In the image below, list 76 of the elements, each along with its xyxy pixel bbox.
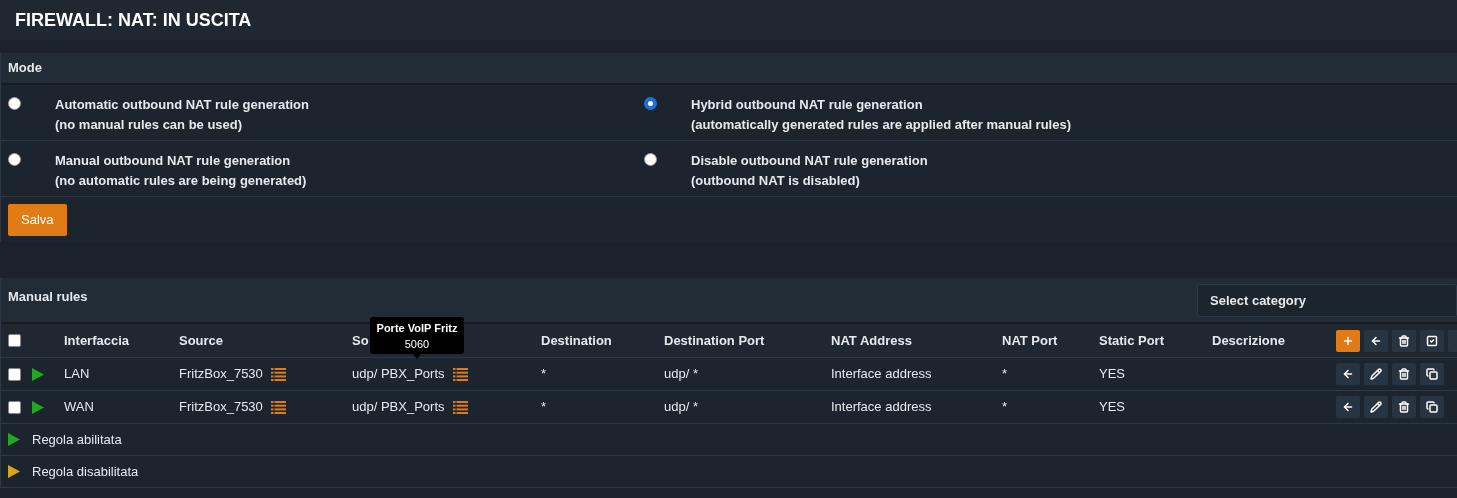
copy-icon <box>1426 401 1438 413</box>
section-title: Mode <box>8 59 42 78</box>
checkbox-icon <box>1426 334 1438 347</box>
plus-icon <box>1342 334 1354 347</box>
table-cell-text: udp/ PBX_Ports <box>352 365 445 384</box>
move-button[interactable] <box>1336 363 1360 385</box>
table-cell-text: udp/ PBX_Ports <box>352 398 445 417</box>
arrow-left-icon <box>1342 368 1354 380</box>
legend-label: Regola abilitata <box>32 430 122 449</box>
table-cell-text: LAN <box>64 365 90 384</box>
pencil-icon <box>1370 401 1382 413</box>
column-header: Source <box>179 331 224 350</box>
edit-button[interactable] <box>1364 363 1388 385</box>
table-cell-text: * <box>1002 365 1008 384</box>
option-label: Disable outbound NAT rule generation <box>691 152 928 170</box>
column-header: Static Port <box>1099 331 1164 350</box>
list-icon[interactable] <box>270 367 286 381</box>
table-cell-text: * <box>541 365 547 384</box>
copy-button[interactable] <box>1420 363 1444 385</box>
trash-icon <box>1398 401 1410 413</box>
column-header: Destination Port <box>664 331 765 350</box>
page-title: FIREWALL: NAT: IN USCITA <box>15 8 252 32</box>
copy-button[interactable] <box>1420 396 1444 418</box>
option-label: Hybrid outbound NAT rule generation <box>691 96 924 114</box>
table-cell-text: WAN <box>64 398 94 417</box>
table-cell-text: YES <box>1099 365 1125 384</box>
option-label: Automatic outbound NAT rule generation <box>55 96 309 114</box>
table-cell-text: * <box>541 398 547 417</box>
radio-button[interactable] <box>644 153 657 166</box>
table-cell-text: Interface address <box>831 365 932 384</box>
category-select[interactable]: Select category <box>1197 284 1457 317</box>
table-cell-text: udp/ * <box>664 365 698 384</box>
toggle-button[interactable] <box>1420 329 1444 352</box>
column-header: Destination <box>541 331 612 350</box>
arrow-left-icon <box>1370 334 1382 347</box>
table-cell-text: FritzBox_7530 <box>179 398 263 417</box>
option-note: (automatically generated rules are applied after manual rules) <box>691 116 1071 134</box>
tooltip-title: Porte VoIP Fritz <box>376 320 458 336</box>
column-header: NAT Address <box>831 331 912 350</box>
checkbox[interactable] <box>8 367 21 381</box>
add-button[interactable] <box>1336 329 1360 352</box>
copy-icon <box>1426 368 1438 380</box>
radio-button[interactable] <box>644 97 657 110</box>
trash-icon <box>1398 368 1410 380</box>
column-header: Interfaccia <box>64 331 130 350</box>
list-icon[interactable] <box>452 400 468 414</box>
table-cell-text: * <box>1002 398 1008 417</box>
table-cell-text: YES <box>1099 398 1125 417</box>
delete-button[interactable] <box>1392 396 1416 418</box>
pencil-icon <box>1370 368 1382 380</box>
arrow-left-icon <box>1342 401 1354 413</box>
move-button[interactable] <box>1336 396 1360 418</box>
table-cell-text: Interface address <box>831 398 932 417</box>
checkbox[interactable] <box>8 334 21 347</box>
edit-button[interactable] <box>1364 396 1388 418</box>
option-note: (outbound NAT is disabled) <box>691 172 861 190</box>
radio-button[interactable] <box>8 153 21 166</box>
trash-icon <box>1398 334 1410 347</box>
column-header: So <box>352 331 369 350</box>
delete-button[interactable] <box>1392 329 1416 352</box>
move-button[interactable] <box>1364 329 1388 352</box>
delete-button[interactable] <box>1392 363 1416 385</box>
list-icon[interactable] <box>452 367 468 381</box>
tooltip-detail: 5060 <box>404 336 430 352</box>
list-icon[interactable] <box>270 400 286 414</box>
table-cell-text: FritzBox_7530 <box>179 365 263 384</box>
legend-label: Regola disabilitata <box>32 462 139 481</box>
table-cell-text: udp/ * <box>664 398 698 417</box>
option-note: (no automatic rules are being generated) <box>55 172 307 190</box>
checkbox[interactable] <box>8 400 21 414</box>
option-note: (no manual rules can be used) <box>55 116 244 134</box>
radio-button[interactable] <box>8 97 21 110</box>
section-title: Manual rules <box>8 288 88 306</box>
column-header: Descrizione <box>1212 331 1285 350</box>
column-header: NAT Port <box>1002 331 1058 350</box>
option-label: Manual outbound NAT rule generation <box>55 152 292 170</box>
